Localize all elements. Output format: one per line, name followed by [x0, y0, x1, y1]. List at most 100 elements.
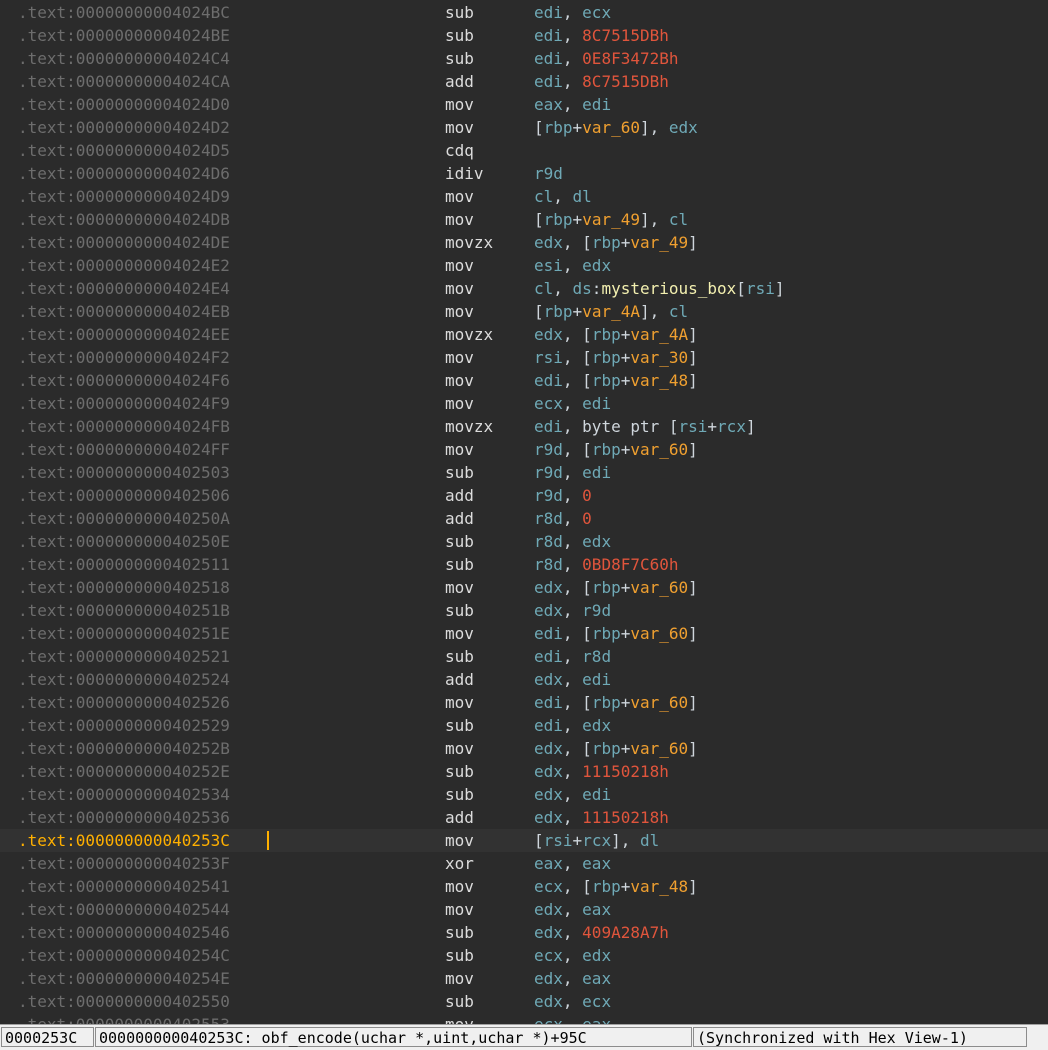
operand-register[interactable]: edi [534, 72, 563, 91]
line-address[interactable]: .text:00000000004024F6 [18, 369, 230, 392]
line-address[interactable]: .text:00000000004024BC [18, 1, 230, 24]
instruction-operands[interactable]: edx, ecx [534, 990, 611, 1013]
operand-register[interactable]: edi [582, 670, 611, 689]
operand-register[interactable]: rbp [592, 348, 621, 367]
operand-register[interactable]: ecx [582, 992, 611, 1011]
line-address[interactable]: .text:000000000040254C [18, 944, 230, 967]
instruction-operands[interactable]: edx, 409A28A7h [534, 921, 669, 944]
instruction-operands[interactable]: r9d, edi [534, 461, 611, 484]
instruction-operands[interactable]: r8d, 0BD8F7C60h [534, 553, 679, 576]
operand-register[interactable]: dl [573, 187, 592, 206]
instruction-mnemonic[interactable]: mov [445, 93, 474, 116]
code-line[interactable]: .text:00000000004024D0 mov eax, edi [0, 93, 1048, 116]
instruction-operands[interactable]: edi, 8C7515DBh [534, 24, 669, 47]
instruction-mnemonic[interactable]: sub [445, 990, 474, 1013]
instruction-operands[interactable]: r9d [534, 162, 563, 185]
line-address[interactable]: .text:0000000000402524 [18, 668, 230, 691]
instruction-mnemonic[interactable]: mov [445, 254, 474, 277]
operand-register[interactable]: r9d [534, 463, 563, 482]
code-line[interactable]: .text:00000000004024BE sub edi, 8C7515DBh [0, 24, 1048, 47]
instruction-operands[interactable]: ecx, edx [534, 944, 611, 967]
operand-register[interactable]: rbp [592, 739, 621, 758]
instruction-mnemonic[interactable]: sub [445, 760, 474, 783]
instruction-mnemonic[interactable]: sub [445, 645, 474, 668]
code-line[interactable]: .text:0000000000402534 sub edx, edi [0, 783, 1048, 806]
line-address[interactable]: .text:0000000000402518 [18, 576, 230, 599]
line-address[interactable]: .text:00000000004024D0 [18, 93, 230, 116]
code-line[interactable]: .text:00000000004024DE movzx edx, [rbp+var… [0, 231, 1048, 254]
operand-register[interactable]: edx [534, 900, 563, 919]
code-line[interactable]: .text:0000000000402529 sub edi, edx [0, 714, 1048, 737]
instruction-operands[interactable]: edx, edi [534, 783, 611, 806]
instruction-operands[interactable]: r8d, 0 [534, 507, 592, 530]
instruction-mnemonic[interactable]: mov [445, 875, 474, 898]
instruction-operands[interactable]: ecx, [rbp+var_48] [534, 875, 698, 898]
instruction-operands[interactable]: edx, r9d [534, 599, 611, 622]
instruction-operands[interactable]: edx, [rbp+var_49] [534, 231, 698, 254]
line-address[interactable]: .text:00000000004024F9 [18, 392, 230, 415]
operand-immediate[interactable]: 11150218h [582, 808, 669, 827]
code-line[interactable]: .text:00000000004024E2 mov esi, edx [0, 254, 1048, 277]
operand-register[interactable]: edx [534, 808, 563, 827]
line-address[interactable]: .text:000000000040251E [18, 622, 230, 645]
operand-register[interactable]: dl [640, 831, 659, 850]
operand-register[interactable]: edi [534, 417, 563, 436]
operand-register[interactable]: edi [534, 26, 563, 45]
operand-register[interactable]: r8d [534, 509, 563, 528]
instruction-mnemonic[interactable]: sub [445, 599, 474, 622]
code-line[interactable]: .text:00000000004024F2 mov rsi, [rbp+var_3… [0, 346, 1048, 369]
operand-register[interactable]: rbp [544, 302, 573, 321]
instruction-mnemonic[interactable]: sub [445, 1, 474, 24]
code-line[interactable]: .text:00000000004024C4 sub edi, 0E8F3472Bh [0, 47, 1048, 70]
operand-register[interactable]: edx [534, 233, 563, 252]
operand-register[interactable]: edx [669, 118, 698, 137]
operand-register[interactable]: edi [534, 647, 563, 666]
operand-register[interactable]: edi [582, 394, 611, 413]
line-address[interactable]: .text:0000000000402534 [18, 783, 230, 806]
line-address[interactable]: .text:0000000000402536 [18, 806, 230, 829]
instruction-mnemonic[interactable]: mov [445, 208, 474, 231]
instruction-mnemonic[interactable]: xor [445, 852, 474, 875]
operand-register[interactable]: rbp [544, 210, 573, 229]
operand-immediate[interactable]: 0BD8F7C60h [582, 555, 678, 574]
line-address[interactable]: .text:00000000004024F2 [18, 346, 230, 369]
instruction-operands[interactable]: edx, [rbp+var_60] [534, 737, 698, 760]
line-address[interactable]: .text:00000000004024E4 [18, 277, 230, 300]
operand-register[interactable]: edx [582, 256, 611, 275]
code-line[interactable]: .text:00000000004024E4 mov cl, ds:mysterio… [0, 277, 1048, 300]
code-line[interactable]: .text:0000000000402506 add r9d, 0 [0, 484, 1048, 507]
line-address[interactable]: .text:00000000004024D6 [18, 162, 230, 185]
operand-stack-variable[interactable]: var_30 [630, 348, 688, 367]
operand-register[interactable]: rbp [592, 440, 621, 459]
operand-stack-variable[interactable]: var_60 [630, 693, 688, 712]
line-address[interactable]: .text:0000000000402550 [18, 990, 230, 1013]
line-address[interactable]: .text:0000000000402526 [18, 691, 230, 714]
operand-register[interactable]: edi [582, 463, 611, 482]
code-line[interactable]: .text:00000000004024FB movzx edi, byte ptr… [0, 415, 1048, 438]
operand-immediate[interactable]: 8C7515DBh [582, 26, 669, 45]
code-line[interactable]: .text:000000000040251B sub edx, r9d [0, 599, 1048, 622]
operand-stack-variable[interactable]: var_49 [630, 233, 688, 252]
line-address[interactable]: .text:00000000004024FB [18, 415, 230, 438]
instruction-mnemonic[interactable]: cdq [445, 139, 474, 162]
operand-register[interactable]: rsi [679, 417, 708, 436]
instruction-operands[interactable]: edi, edx [534, 714, 611, 737]
instruction-mnemonic[interactable]: add [445, 484, 474, 507]
instruction-mnemonic[interactable]: mov [445, 185, 474, 208]
code-line[interactable]: .text:0000000000402526 mov edi, [rbp+var_6… [0, 691, 1048, 714]
instruction-mnemonic[interactable]: add [445, 806, 474, 829]
operand-register[interactable]: esi [534, 256, 563, 275]
operand-immediate[interactable]: 11150218h [582, 762, 669, 781]
instruction-operands[interactable]: edi, 0E8F3472Bh [534, 47, 679, 70]
code-line[interactable]: .text:0000000000402544 mov edx, eax [0, 898, 1048, 921]
instruction-operands[interactable]: [rbp+var_4A], cl [534, 300, 688, 323]
operand-register[interactable]: ecx [582, 3, 611, 22]
operand-register[interactable]: rbp [592, 371, 621, 390]
operand-register[interactable]: rbp [592, 624, 621, 643]
line-address[interactable]: .text:00000000004024CA [18, 70, 230, 93]
operand-stack-variable[interactable]: var_60 [630, 578, 688, 597]
code-line[interactable]: .text:0000000000402518 mov edx, [rbp+var_6… [0, 576, 1048, 599]
instruction-operands[interactable]: edx, edi [534, 668, 611, 691]
instruction-mnemonic[interactable]: movzx [445, 231, 493, 254]
instruction-mnemonic[interactable]: mov [445, 898, 474, 921]
